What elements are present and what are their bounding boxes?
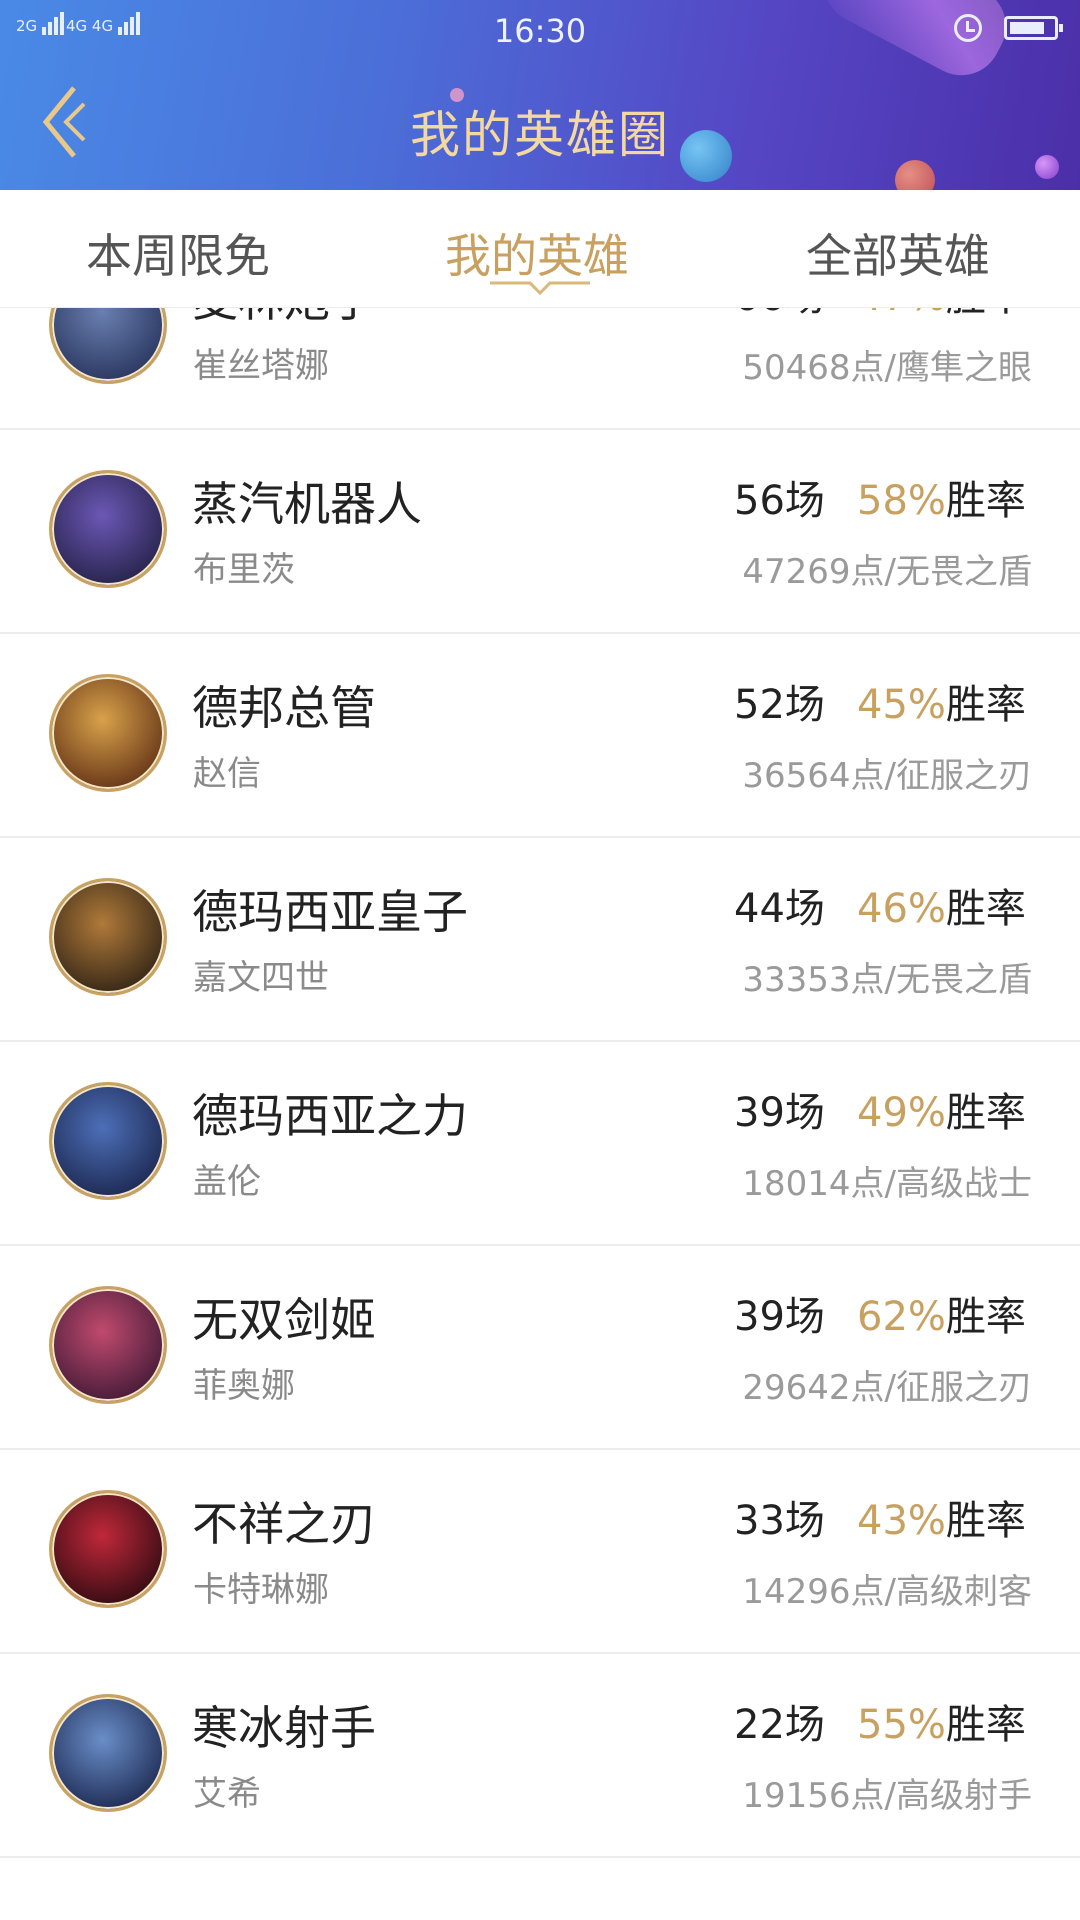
battery-icon [1004,16,1063,40]
hero-title: 无双剑姬 [192,1293,376,1347]
hero-list-item[interactable]: 德邦总管赵信 52场 45%胜率 36564点/征服之刃 [0,634,1080,838]
hero-real-name: 卡特琳娜 [193,1570,329,1610]
hero-title: 德邦总管 [192,681,376,735]
win-rate-value: 47% [857,308,946,320]
win-rate-value: 49% [857,1090,946,1136]
win-rate: 55%胜率 [857,1692,1026,1750]
hero-avatar [49,308,167,384]
hero-real-name: 盖伦 [193,1162,261,1202]
hero-title: 寒冰射手 [192,1701,376,1755]
tab-my-heroes[interactable]: 我的英雄 [445,220,629,286]
hero-list-item[interactable]: 蒸汽机器人布里茨 56场 58%胜率 47269点/无畏之盾 [0,430,1080,634]
status-bar: 2G 4G 4G 16:30 [0,0,1080,58]
win-rate-label: 胜率 [945,1498,1026,1544]
hero-avatar [49,674,167,792]
status-time: 16:30 [493,12,587,50]
hero-title: 蒸汽机器人 [192,477,422,531]
app-header: 2G 4G 4G 16:30 我的英雄圈 [0,0,1080,190]
win-rate-value: 46% [857,886,946,932]
games-played: 33场 [734,1498,825,1544]
tab-bar: 本周限免 我的英雄 全部英雄 [0,190,1080,308]
win-rate-value: 58% [857,478,946,524]
mastery-points: 18014点/高级战士 [742,1164,1032,1204]
mastery-points: 14296点/高级刺客 [742,1572,1032,1612]
hero-avatar [49,1490,167,1608]
hero-avatar [49,1286,167,1404]
win-rate: 43%胜率 [857,1488,1026,1546]
win-rate-value: 45% [857,682,946,728]
tab-weekly-free[interactable]: 本周限免 [86,220,270,286]
mastery-points: 29642点/征服之刃 [742,1368,1032,1408]
hero-list-item[interactable]: 无双剑姬菲奥娜 39场 62%胜率 29642点/征服之刃 [0,1246,1080,1450]
hero-title: 不祥之刃 [192,1497,376,1551]
win-rate: 49%胜率 [857,1080,1026,1138]
hero-list-item[interactable]: 德玛西亚之力盖伦 39场 49%胜率 18014点/高级战士 [0,1042,1080,1246]
win-rate-label: 胜率 [945,1294,1026,1340]
hero-list-item[interactable]: 寒冰射手艾希 22场 55%胜率 19156点/高级射手 [0,1654,1080,1858]
hero-real-name: 布里茨 [193,550,295,590]
mastery-points: 47269点/无畏之盾 [742,552,1032,592]
games-played: 44场 [734,886,825,932]
hero-list-item[interactable]: 德玛西亚皇子嘉文四世 44场 46%胜率 33353点/无畏之盾 [0,838,1080,1042]
win-rate-value: 43% [857,1498,946,1544]
hero-real-name: 菲奥娜 [193,1366,295,1406]
hero-list-item[interactable]: 不祥之刃卡特琳娜 33场 43%胜率 14296点/高级刺客 [0,1450,1080,1654]
win-rate: 45%胜率 [857,672,1026,730]
active-tab-indicator [490,281,590,295]
mastery-points: 19156点/高级射手 [742,1776,1032,1816]
mastery-points: 36564点/征服之刃 [742,756,1032,796]
win-rate-value: 55% [857,1702,946,1748]
games-played: 52场 [734,682,825,728]
alarm-icon [954,14,982,42]
hero-title: 德玛西亚之力 [192,1089,468,1143]
hero-real-name: 赵信 [193,754,261,794]
games-played: 66场 [734,308,825,322]
hero-avatar [49,1082,167,1200]
games-played: 39场 [734,1090,825,1136]
mastery-points: 50468点/鹰隼之眼 [742,348,1032,388]
win-rate-label: 胜率 [945,478,1026,524]
games-played: 39场 [734,1294,825,1340]
mastery-points: 33353点/无畏之盾 [742,960,1032,1000]
hero-list[interactable]: 麦林炮手崔丝塔娜66场47%胜率50468点/鹰隼之眼蒸汽机器人布里茨56场58… [0,308,1080,1920]
win-rate-label: 胜率 [945,1702,1026,1748]
win-rate-label: 胜率 [945,1090,1026,1136]
hero-avatar [49,470,167,588]
win-rate: 58%胜率 [857,468,1026,526]
win-rate-label: 胜率 [946,308,1026,320]
hero-title: 麦林炮手 [192,308,376,330]
hero-real-name: 嘉文四世 [193,958,329,998]
hero-real-name: 崔丝塔娜 [193,346,329,386]
hero-avatar [49,1694,167,1812]
win-rate-label: 胜率 [945,886,1026,932]
win-rate-label: 胜率 [945,682,1026,728]
hero-title: 德玛西亚皇子 [192,885,468,939]
hero-list-item[interactable]: 麦林炮手崔丝塔娜 66场 47%胜率 50468点/鹰隼之眼 [0,308,1080,430]
page-title: 我的英雄圈 [410,106,670,164]
tab-all-heroes[interactable]: 全部英雄 [806,220,990,286]
win-rate: 47%胜率 [857,308,1026,322]
win-rate: 46%胜率 [857,876,1026,934]
win-rate: 62%胜率 [857,1284,1026,1342]
games-played: 22场 [734,1702,825,1748]
win-rate-value: 62% [857,1294,946,1340]
games-played: 56场 [734,478,825,524]
hero-avatar [49,878,167,996]
hero-real-name: 艾希 [193,1774,261,1814]
